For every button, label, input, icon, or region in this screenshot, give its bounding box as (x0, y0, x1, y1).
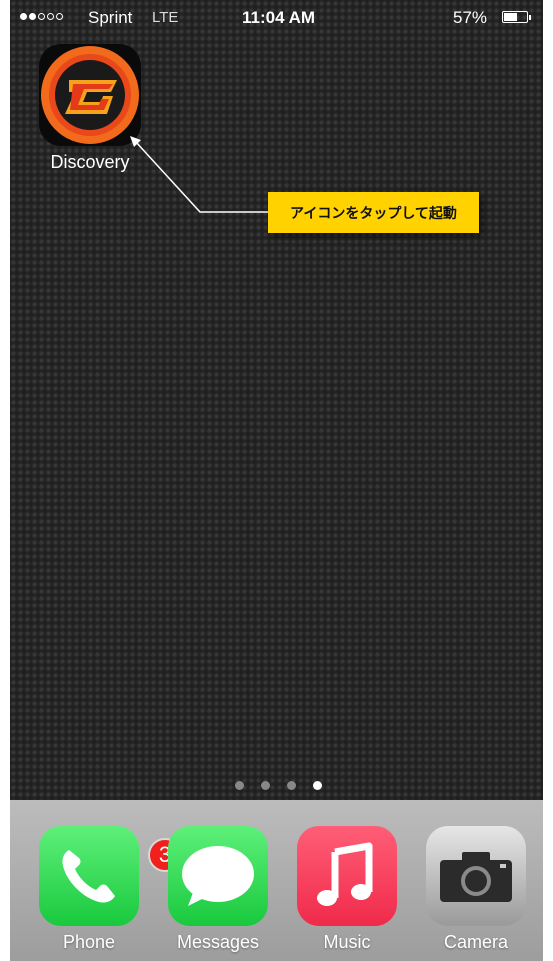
app-music[interactable]: Music (292, 826, 402, 953)
page-indicator[interactable] (235, 781, 322, 790)
app-phone[interactable]: 3 Phone (34, 826, 182, 953)
messages-icon[interactable] (168, 826, 268, 926)
instruction-callout: アイコンをタップして起動 (268, 192, 479, 233)
app-label-phone: Phone (62, 932, 116, 952)
app-label-music: Music (323, 932, 371, 952)
app-messages[interactable]: Messages (163, 826, 273, 953)
dock: 3 Phone Messages Music Camera (10, 800, 543, 961)
camera-icon[interactable] (426, 826, 526, 926)
page-dot[interactable] (287, 781, 296, 790)
page-dot[interactable] (235, 781, 244, 790)
music-note-icon[interactable] (297, 826, 397, 926)
app-label-messages: Messages (176, 932, 260, 952)
home-screen: Sprint LTE 11:04 AM 57% Discovery アイコンをタ… (10, 0, 543, 961)
phone-icon[interactable] (39, 826, 139, 926)
app-camera[interactable]: Camera (421, 826, 531, 953)
page-dot[interactable] (261, 781, 270, 790)
page-dot-current[interactable] (313, 781, 322, 790)
app-label-camera: Camera (443, 932, 509, 952)
